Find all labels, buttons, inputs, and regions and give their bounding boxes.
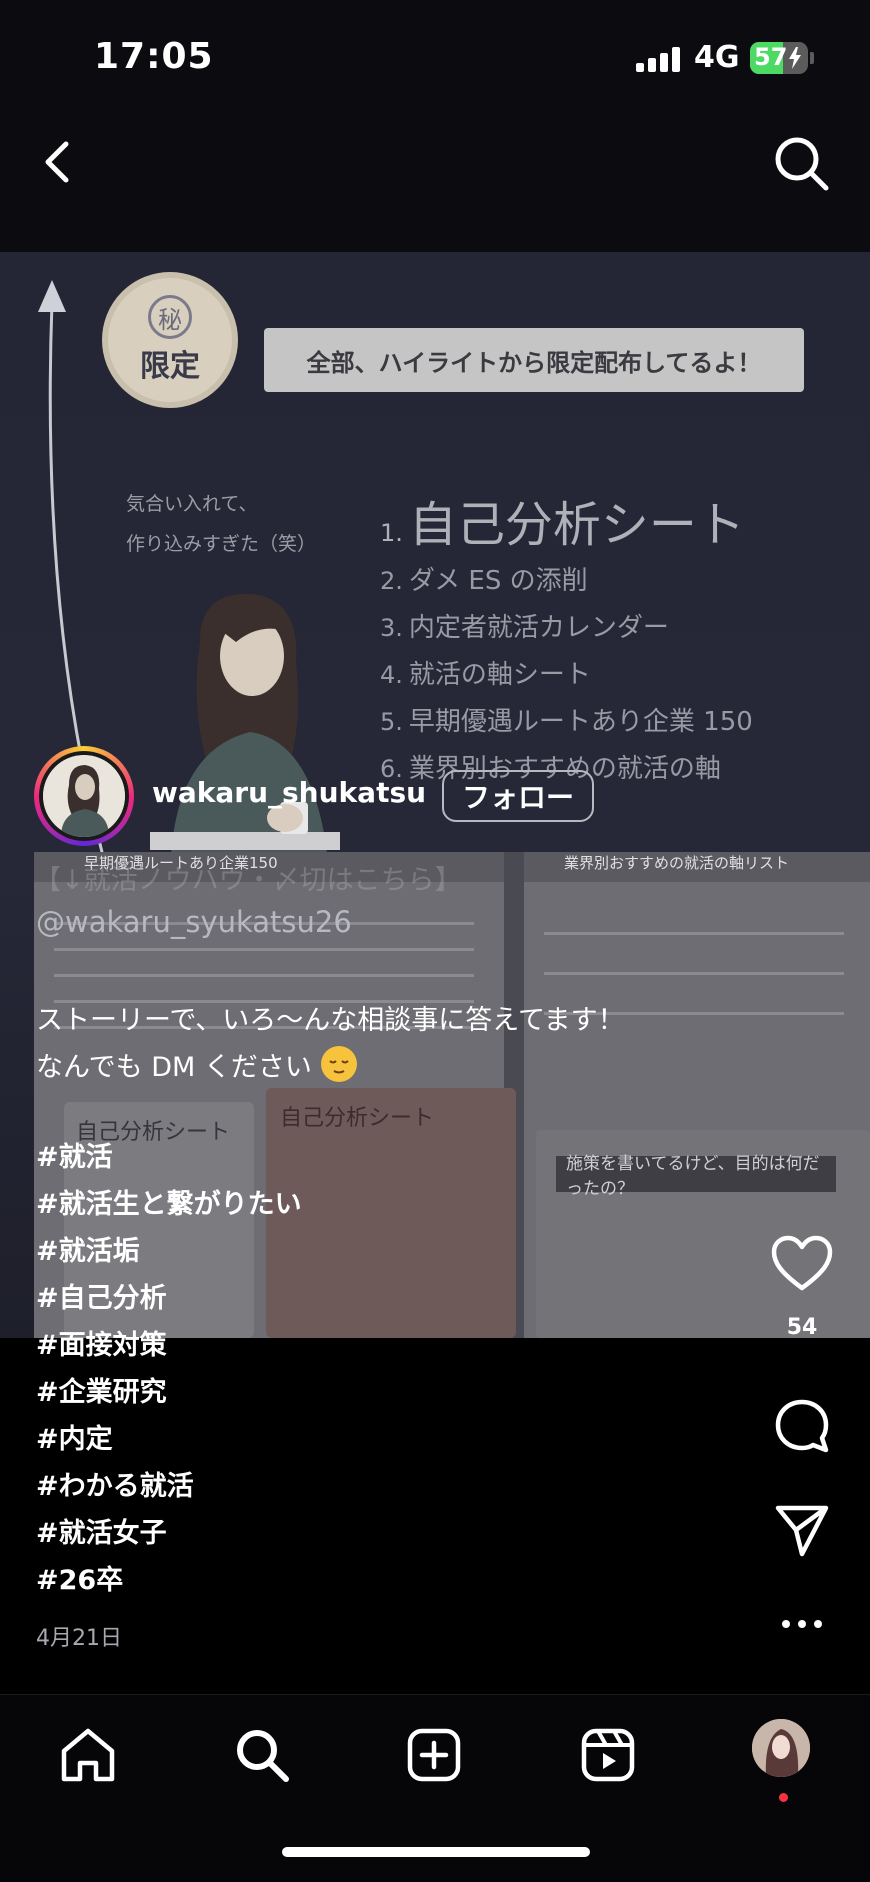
list-item: 1. 自己分析シート <box>380 497 745 553</box>
chevron-left-icon <box>45 141 69 183</box>
search-icon <box>775 137 829 191</box>
home-indicator <box>282 1847 590 1857</box>
caption-line-2: なんでも DM ください <box>36 1044 625 1091</box>
caption: ストーリーで、いろ〜んな相談事に答えてます！ なんでも DM ください <box>36 997 625 1091</box>
highlight-banner: 全部、ハイライトから限定配布してるよ！ <box>264 328 804 392</box>
battery-tip <box>810 52 814 64</box>
hashtag[interactable]: #わかる就活 <box>36 1463 302 1510</box>
avatar <box>43 755 125 837</box>
home-icon <box>61 1728 115 1782</box>
profile-avatar-icon <box>752 1719 810 1777</box>
tab-profile[interactable] <box>752 1719 810 1777</box>
battery-percent: 57 <box>754 43 788 71</box>
woman-illustration <box>150 593 340 882</box>
secret-badge: 秘 限定 <box>102 272 238 408</box>
list-item: 5. 早期優遇ルートあり企業 150 <box>380 707 753 737</box>
mention-handle[interactable]: @wakaru_syukatsu26 <box>36 905 352 939</box>
hashtag-list: #就活 #就活生と繋がりたい #就活垢 #自己分析 #面接対策 #企業研究 #内… <box>36 1134 302 1604</box>
share-button[interactable] <box>772 1500 832 1560</box>
hashtag[interactable]: #内定 <box>36 1416 302 1463</box>
handwritten-note: 気合い入れて、 作り込みすぎた（笑） <box>126 493 317 555</box>
top-nav <box>0 110 870 252</box>
hashtag[interactable]: #企業研究 <box>36 1369 302 1416</box>
hashtag[interactable]: #就活女子 <box>36 1510 302 1557</box>
search-icon <box>237 1730 289 1782</box>
spreadsheet-title: 業界別おすすめの就活の軸リスト <box>564 854 790 872</box>
reels-icon <box>581 1728 635 1782</box>
hashtag[interactable]: #就活生と繋がりたい <box>36 1181 302 1228</box>
list-item: 4. 就活の軸シート <box>380 660 591 690</box>
network-type: 4G <box>694 40 740 75</box>
comment-button[interactable] <box>772 1396 832 1456</box>
hashtag[interactable]: #就活 <box>36 1134 302 1181</box>
content-list: 1. 自己分析シート 2. ダメ ES の添削 3. 内定者就活カレンダー 4. 就活の… <box>380 492 753 793</box>
tab-create[interactable] <box>404 1725 464 1785</box>
question-title: 施策を書いてるけど、目的は何だったの？ <box>556 1154 836 1199</box>
hashtag[interactable]: #面接対策 <box>36 1322 302 1369</box>
bio-text: 【↓就活ノウハウ・〆切はこちら】 <box>34 865 462 896</box>
status-time: 17:05 <box>94 36 214 77</box>
back-button[interactable] <box>30 132 90 192</box>
like-count[interactable]: 54 <box>760 1315 844 1340</box>
more-options-button[interactable] <box>770 1604 834 1644</box>
cellular-signal-icon <box>636 46 680 72</box>
notification-dot <box>779 1793 788 1802</box>
secret-seal: 秘 <box>148 295 192 339</box>
caption-line: なんでも DM ください <box>36 1052 312 1083</box>
comment-icon <box>775 1399 829 1453</box>
heart-icon <box>771 1235 833 1291</box>
analysis-card: 自己分析シート <box>266 1088 516 1338</box>
tab-search[interactable] <box>232 1725 292 1785</box>
like-button[interactable] <box>770 1234 834 1294</box>
post-date: 4月21日 <box>36 1626 122 1651</box>
tab-reels[interactable] <box>578 1725 638 1785</box>
more-horizontal-icon <box>782 1620 822 1628</box>
list-item: 2. ダメ ES の添削 <box>380 566 588 596</box>
hashtag[interactable]: #自己分析 <box>36 1275 302 1322</box>
hashtag[interactable]: #就活垢 <box>36 1228 302 1275</box>
secret-badge-label: 限定 <box>140 349 200 384</box>
tab-home[interactable] <box>58 1725 118 1785</box>
send-icon <box>775 1505 829 1557</box>
charging-bolt-icon <box>789 47 801 69</box>
caption-line: ストーリーで、いろ〜んな相談事に答えてます！ <box>36 1005 625 1036</box>
list-item: 3. 内定者就活カレンダー <box>380 613 669 643</box>
hashtag[interactable]: #26卒 <box>36 1557 302 1604</box>
username[interactable]: wakaru_shukatsu <box>152 776 426 809</box>
relieved-face-emoji <box>320 1046 357 1082</box>
status-bar: 17:05 4G 57 <box>0 0 870 110</box>
battery-icon: 57 <box>750 42 808 74</box>
story-avatar[interactable] <box>34 746 134 846</box>
search-button[interactable] <box>770 132 834 196</box>
follow-button[interactable]: フォロー <box>442 770 594 822</box>
bottom-tab-bar <box>0 1694 870 1882</box>
create-icon <box>407 1728 461 1782</box>
